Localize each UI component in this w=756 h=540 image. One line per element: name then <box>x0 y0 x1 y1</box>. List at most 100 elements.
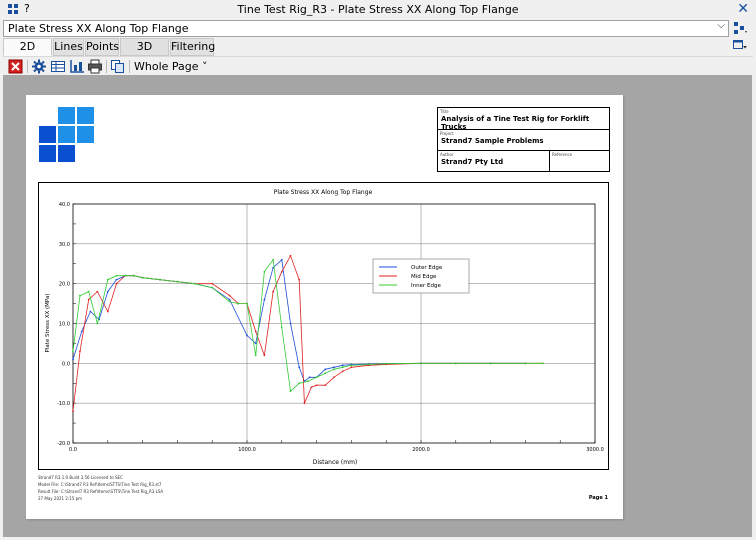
data-point <box>289 322 292 325</box>
table-icon[interactable] <box>50 59 66 74</box>
footer-line: Strand7 R3.1.0 Build 3.56 Licensed to SE… <box>38 475 123 480</box>
data-point <box>367 363 370 366</box>
data-point <box>341 366 344 369</box>
tab-2d-graph[interactable]: 2D Graph <box>3 38 52 68</box>
data-point <box>310 386 313 389</box>
data-point <box>124 274 127 277</box>
logo-square <box>58 126 75 143</box>
chart-grid <box>72 203 596 444</box>
data-point <box>263 298 266 301</box>
legend-label: Inner Edge <box>411 283 441 289</box>
x-tick-label: 0.0 <box>69 447 77 453</box>
data-point <box>211 282 214 285</box>
logo-square <box>39 145 56 162</box>
data-point <box>280 326 283 329</box>
data-point <box>324 368 327 371</box>
data-point <box>254 354 257 357</box>
chart-title: Plate Stress XX Along Top Flange <box>274 189 373 196</box>
x-axis-label: Distance (mm) <box>313 459 358 466</box>
zoom-dropdown[interactable]: Whole Page ˅ <box>134 60 208 73</box>
data-point <box>289 254 292 257</box>
toolbar-separator <box>27 60 28 73</box>
logo-square <box>77 107 94 124</box>
window-titlebar: ? Tine Test Rig_R3 - Plate Stress XX Alo… <box>0 0 756 19</box>
data-point <box>333 366 335 369</box>
data-point <box>115 274 118 277</box>
data-point <box>280 270 283 273</box>
project-caption: Project <box>440 131 454 136</box>
tab-points[interactable]: Points <box>85 38 119 56</box>
chart-axes-icon[interactable] <box>69 59 85 74</box>
data-point <box>307 380 309 383</box>
data-point <box>115 278 118 281</box>
tab-filtering[interactable]: Filtering <box>170 38 215 56</box>
logo-square <box>39 126 56 143</box>
data-point <box>341 364 344 367</box>
print-preview-area[interactable]: Title Analysis of a Tine Test Rig for Fo… <box>3 75 752 537</box>
data-point <box>228 300 231 303</box>
y-tick-label: 20.0 <box>59 282 70 288</box>
tree-view-icon[interactable] <box>734 22 748 34</box>
data-point <box>385 362 388 365</box>
graph-selector-dropdown[interactable]: Plate Stress XX Along Top Flange ⌵ <box>3 20 729 37</box>
close-icon[interactable]: ✕ <box>737 1 749 17</box>
x-tick-label: 1000.0 <box>238 447 256 453</box>
y-tick-label: 30.0 <box>59 242 70 248</box>
data-point <box>237 302 240 305</box>
gear-icon[interactable] <box>31 59 47 74</box>
footer-line: Result File: C:\Strand7 R3 Ref\Items\STT… <box>38 489 164 494</box>
data-point <box>106 278 109 281</box>
report-page: Title Analysis of a Tine Test Rig for Fo… <box>26 95 623 519</box>
tab-3d-graph[interactable]: 3D Graph <box>120 38 169 68</box>
data-point <box>72 350 74 353</box>
data-point <box>96 290 99 293</box>
report-author: Strand7 Pty Ltd <box>441 158 504 166</box>
data-point <box>246 334 248 337</box>
zoom-dropdown-label: Whole Page <box>134 60 199 73</box>
footer-line: Model File: C:\Strand7 R3 Ref\Items\STTS… <box>38 482 162 487</box>
data-point <box>263 270 266 273</box>
data-point <box>324 384 327 387</box>
legend-label: Mid Edge <box>411 274 437 280</box>
data-point <box>87 298 90 301</box>
data-point <box>228 294 231 297</box>
series-inner-edge <box>72 258 544 393</box>
data-point <box>298 366 301 369</box>
chart-ticks: 40.030.020.010.00.0-10.0-20.00.0 1000.0 20… <box>57 202 604 453</box>
window-options-icon[interactable] <box>733 40 747 51</box>
data-point <box>246 302 248 305</box>
series-line <box>72 254 543 412</box>
tab-lines[interactable]: Lines <box>53 38 84 56</box>
series-line <box>72 258 543 393</box>
data-point <box>308 376 311 379</box>
data-point <box>115 282 118 285</box>
data-point <box>133 274 135 277</box>
chevron-down-icon: ˅ <box>198 60 208 73</box>
print-icon[interactable] <box>87 59 103 74</box>
chart-frame: Plate Stress XX Along Top Flange Distanc… <box>38 182 609 470</box>
data-point <box>106 310 109 313</box>
logo-square <box>58 107 75 124</box>
title-block-reference: Reference <box>549 150 610 172</box>
data-point <box>87 290 90 293</box>
data-point <box>272 290 274 293</box>
page-number: Page 1 <box>588 495 608 501</box>
data-point <box>72 358 74 361</box>
data-point <box>420 362 422 365</box>
y-axis-label: Plate Stress XX (MPa) <box>45 294 51 353</box>
delete-icon[interactable] <box>8 59 24 74</box>
data-point <box>193 282 196 285</box>
title-block-project: Project Strand7 Sample Problems <box>437 129 610 151</box>
data-point <box>289 390 292 393</box>
reference-caption: Reference <box>552 152 573 157</box>
footer-line: 27 May 2021 2:15 pm <box>38 496 83 501</box>
graph-selector-value: Plate Stress XX Along Top Flange <box>8 22 189 35</box>
copy-icon[interactable] <box>110 59 126 74</box>
chevron-down-icon[interactable]: ⌵ <box>717 20 725 31</box>
data-point <box>89 310 92 313</box>
x-tick-label: 3000.0 <box>586 447 604 453</box>
data-point <box>315 384 318 387</box>
data-point <box>80 330 83 333</box>
data-point <box>176 280 179 283</box>
data-point <box>141 276 144 279</box>
